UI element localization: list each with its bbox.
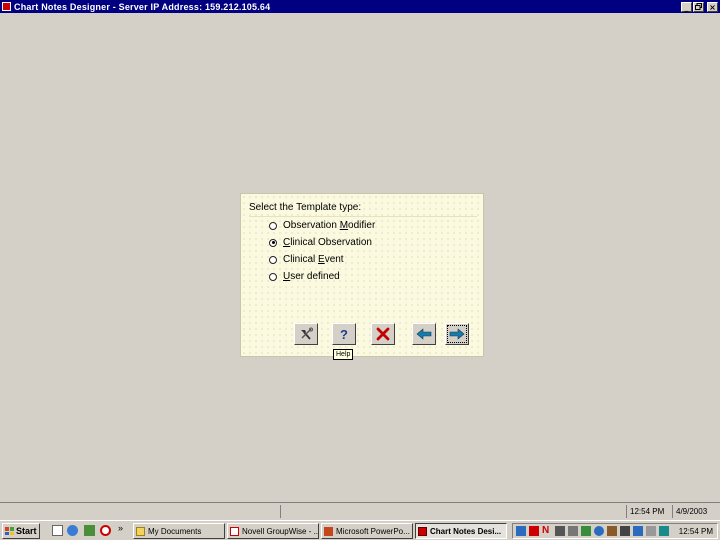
option-user-defined[interactable]: User defined <box>269 271 340 282</box>
windows-logo-icon <box>5 527 14 535</box>
task-powerpoint[interactable]: Microsoft PowerPo... <box>321 523 413 539</box>
option-clinical-observation[interactable]: Clinical Observation <box>269 237 372 248</box>
task-chart-notes[interactable]: Chart Notes Desi... <box>415 523 507 539</box>
groupwise-app-icon <box>230 526 239 536</box>
taskbar-clock[interactable]: 12:54 PM <box>679 526 713 537</box>
title-bar[interactable]: Chart Notes Designer - Server IP Address… <box>0 0 720 13</box>
volume-icon[interactable] <box>646 526 656 536</box>
option-clinical-event[interactable]: Clinical Event <box>269 254 344 265</box>
task-my-documents[interactable]: My Documents <box>133 523 225 539</box>
tools-button[interactable] <box>294 323 318 345</box>
left-arrow-icon <box>416 328 432 340</box>
option-observation-modifier[interactable]: Observation Modifier <box>269 220 375 231</box>
quicklaunch-more-icon[interactable]: » <box>118 523 123 533</box>
globe-icon[interactable] <box>594 526 604 536</box>
radio-observation-modifier[interactable] <box>269 221 277 230</box>
connection-icon[interactable] <box>633 526 643 536</box>
status-date: 4/9/2003 <box>672 505 720 518</box>
task-label: Chart Notes Desi... <box>430 526 502 536</box>
status-cell-empty <box>280 505 624 518</box>
scanner-icon[interactable] <box>568 526 578 536</box>
antivirus-icon[interactable] <box>529 526 539 536</box>
radio-clinical-observation[interactable] <box>269 238 277 247</box>
task-groupwise[interactable]: Novell GroupWise - ... <box>227 523 319 539</box>
taskbar: Start » My Documents Novell GroupWise - … <box>0 520 720 540</box>
status-bar: 12:54 PM 4/9/2003 <box>0 502 720 519</box>
browser-icon[interactable] <box>67 525 78 536</box>
system-tray: N 12:54 PM <box>512 523 718 539</box>
task-label: Novell GroupWise - ... <box>242 526 319 536</box>
option-label: User defined <box>283 271 340 282</box>
red-x-icon <box>376 327 390 341</box>
prompt-divider <box>249 216 477 217</box>
show-desktop-icon[interactable] <box>52 525 63 536</box>
window-controls: _ × <box>680 1 718 12</box>
tray-app-icon[interactable] <box>581 526 591 536</box>
cancel-button[interactable] <box>371 323 395 345</box>
right-arrow-icon <box>449 328 465 340</box>
restore-icon <box>695 2 702 10</box>
outlook-icon[interactable] <box>84 525 95 536</box>
minimize-button[interactable]: _ <box>681 1 692 12</box>
groupwise-icon[interactable] <box>100 525 111 536</box>
close-button[interactable]: × <box>707 1 718 12</box>
template-type-dialog: Select the Template type: Observation Mo… <box>240 193 484 360</box>
monitor-icon[interactable] <box>620 526 630 536</box>
svg-text:?: ? <box>340 327 348 341</box>
option-label: Observation Modifier <box>283 220 376 231</box>
printer-icon[interactable] <box>555 526 565 536</box>
task-label: Microsoft PowerPo... <box>336 526 410 536</box>
option-label: Clinical Event <box>283 254 344 265</box>
network-icon[interactable] <box>516 526 526 536</box>
back-button[interactable] <box>412 323 436 345</box>
folder-icon <box>136 526 145 536</box>
start-button[interactable]: Start <box>2 523 40 539</box>
powerpoint-icon <box>324 526 333 536</box>
restore-button[interactable] <box>693 1 704 12</box>
chart-notes-app-icon <box>418 526 427 536</box>
window-title: Chart Notes Designer - Server IP Address… <box>14 1 271 12</box>
novell-n-icon[interactable]: N <box>542 526 552 536</box>
speaker-icon[interactable] <box>607 526 617 536</box>
radio-clinical-event[interactable] <box>269 255 277 264</box>
task-label: My Documents <box>148 526 202 536</box>
radio-user-defined[interactable] <box>269 272 277 281</box>
help-button[interactable]: ? <box>332 323 356 345</box>
next-button[interactable] <box>445 323 469 345</box>
question-mark-icon: ? <box>340 327 348 341</box>
hammer-icon <box>301 327 313 340</box>
start-label: Start <box>16 526 37 536</box>
sync-icon[interactable] <box>659 526 669 536</box>
status-time: 12:54 PM <box>626 505 672 518</box>
help-tooltip: Help <box>333 349 354 360</box>
option-label: Clinical Observation <box>283 237 372 248</box>
app-icon[interactable] <box>2 2 11 11</box>
template-type-prompt: Select the Template type: <box>249 202 362 213</box>
